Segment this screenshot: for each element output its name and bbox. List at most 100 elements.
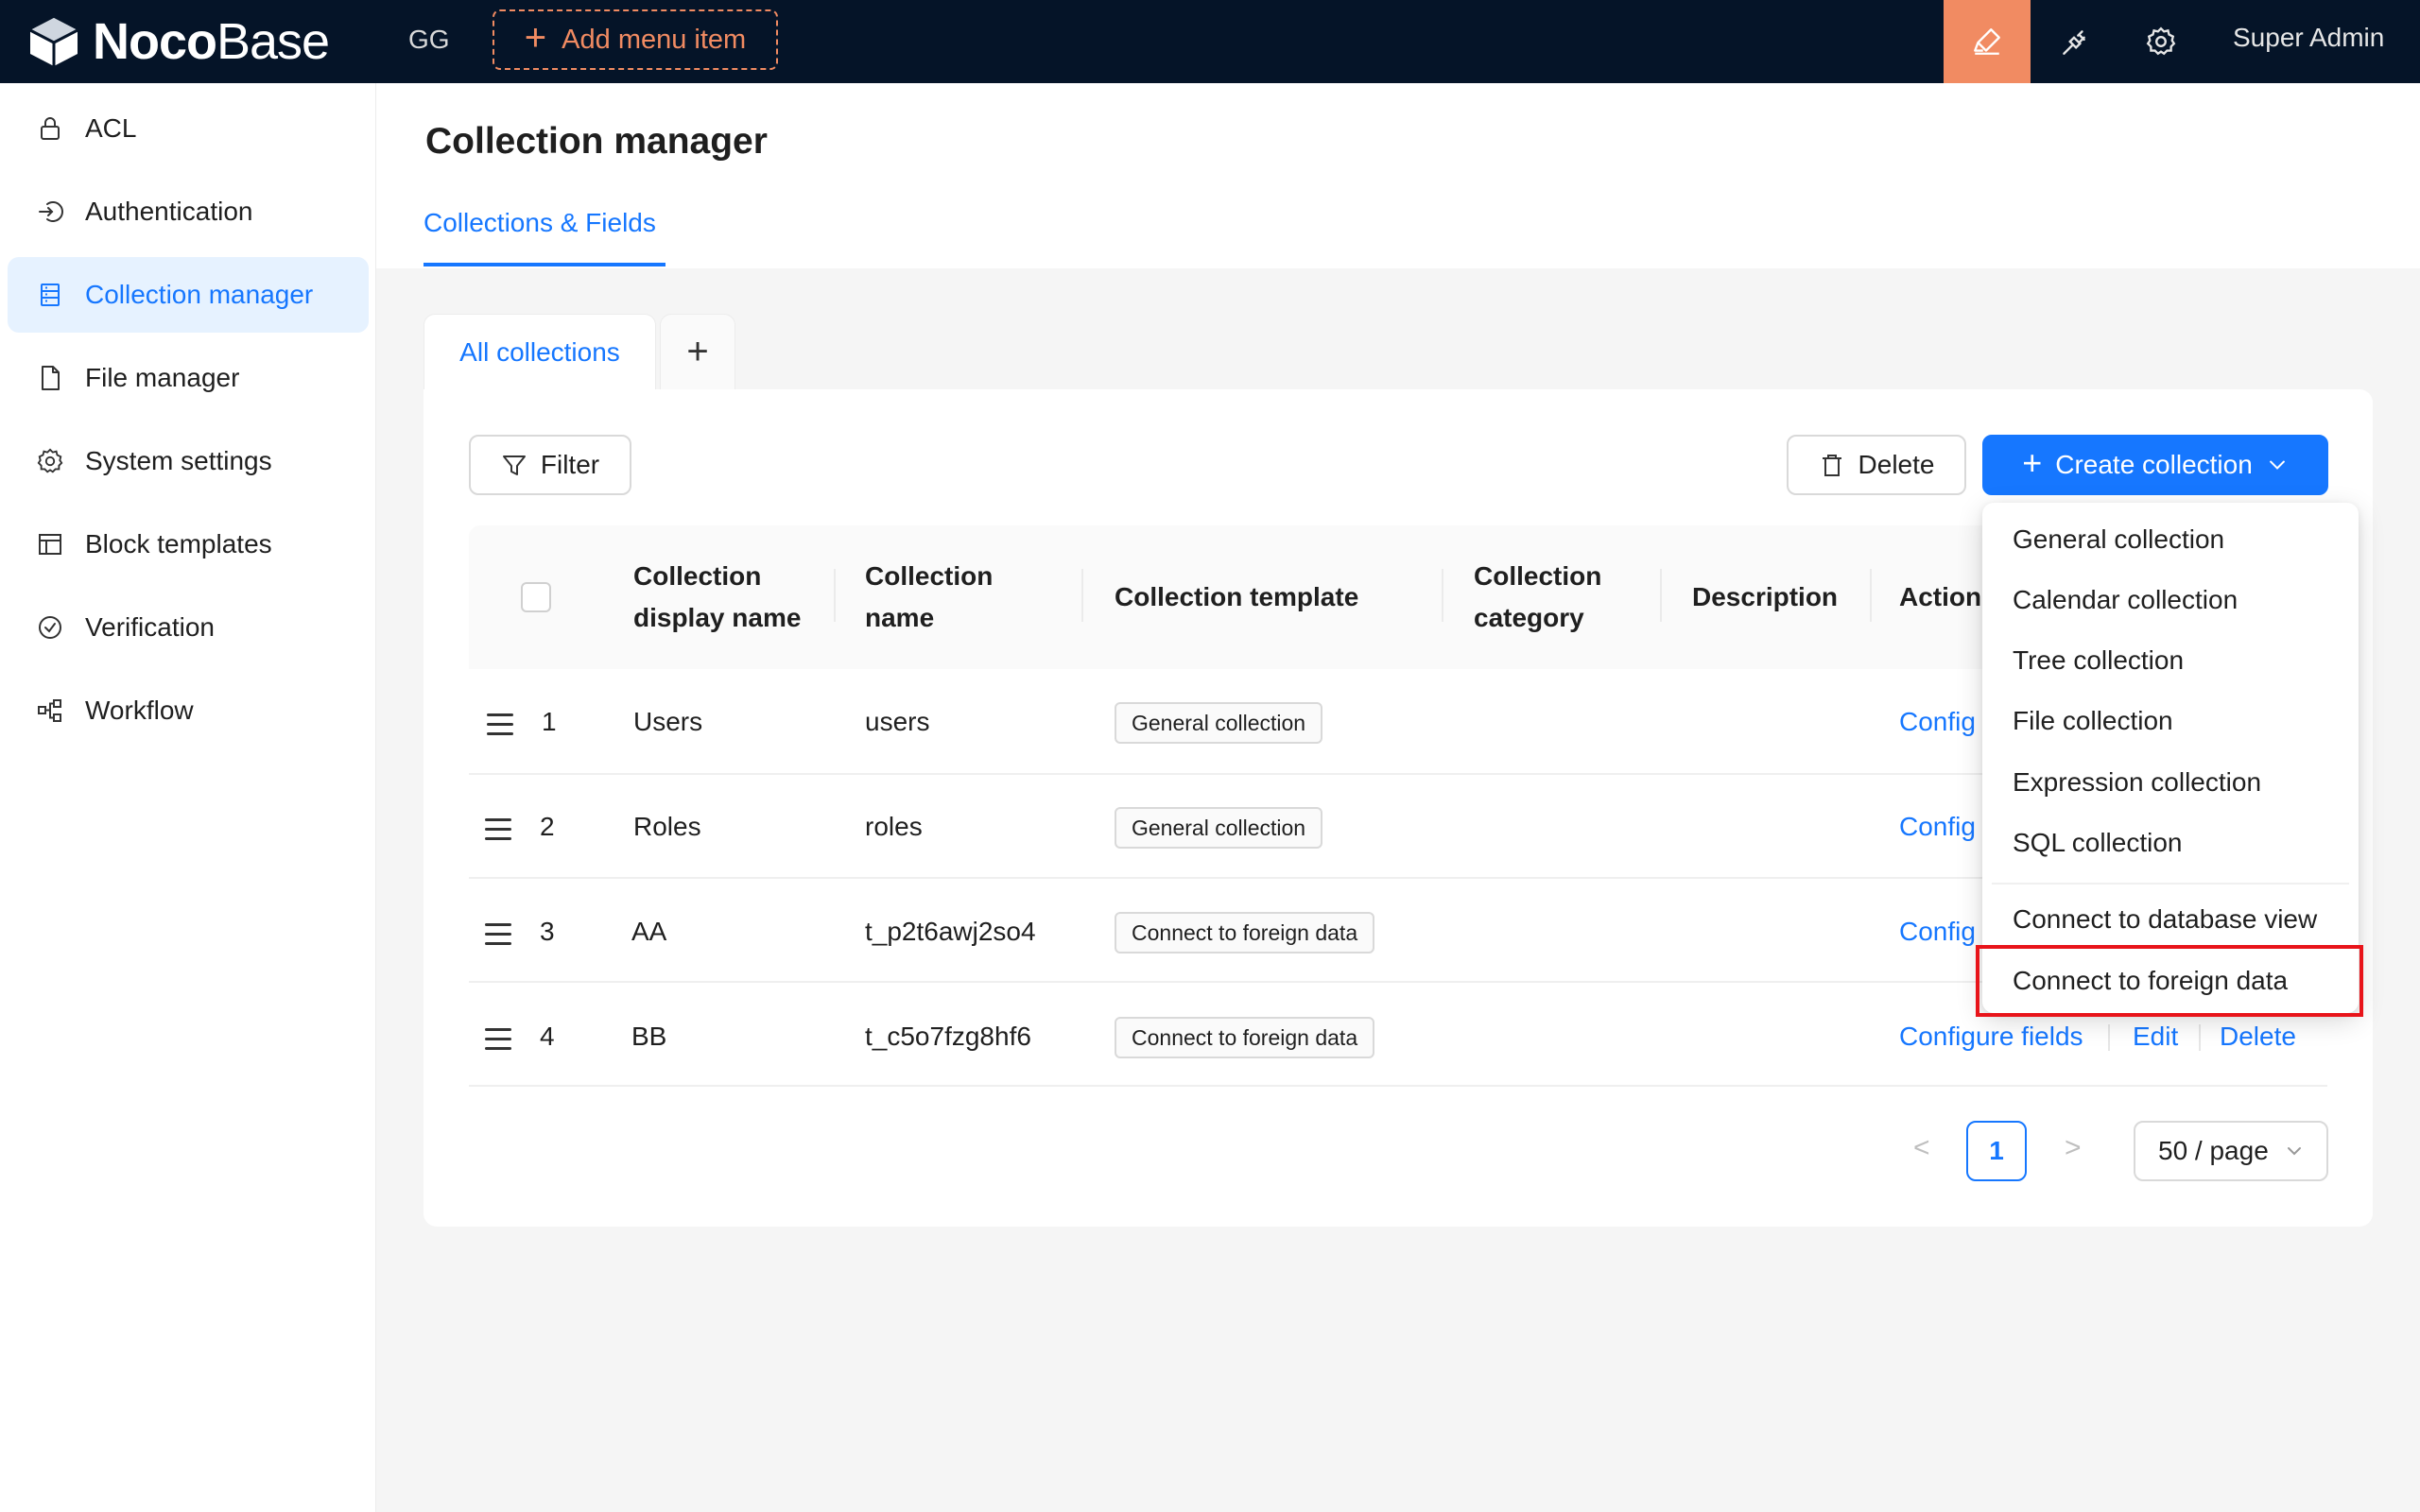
page-size-select[interactable]: 50 / page [2134,1121,2328,1181]
highlighter-icon [1974,28,2000,55]
plugin-manager-button[interactable] [2031,0,2118,83]
sidebar-item-label: File manager [85,363,240,392]
row-display-name: Users [633,707,703,736]
login-icon [39,201,63,222]
filter-icon [502,455,526,475]
tab-all-collections-label: All collections [459,336,620,367]
file-icon [42,366,60,390]
menu-item-calendar-collection[interactable]: Calendar collection [2013,585,2238,615]
page-title: Collection manager [425,121,768,162]
sidebar-item-system-settings[interactable]: System settings [8,423,369,499]
row-index: 1 [542,707,557,736]
chevron-down-icon [2287,1147,2301,1156]
layout-icon [39,534,61,555]
next-page-button[interactable]: > [2065,1132,2082,1164]
tab-collections-fields[interactable]: Collections & Fields [424,208,656,238]
row-index: 3 [540,917,555,946]
check-circle-icon [39,616,61,639]
menu-item-connect-database-view[interactable]: Connect to database view [2013,904,2317,935]
drag-handle-icon[interactable] [485,1028,511,1051]
configure-fields-link[interactable]: Config [1899,917,1976,947]
menu-item-sql-collection[interactable]: SQL collection [2013,828,2183,858]
template-tag: General collection [1115,702,1323,744]
filter-button[interactable]: Filter [469,435,631,495]
sidebar-item-label: Block templates [85,529,272,558]
add-category-tab-button[interactable]: + [660,314,735,389]
tab-all-collections[interactable]: All collections [424,314,656,389]
user-menu[interactable]: Super Admin [2233,23,2384,53]
sidebar-item-label: Verification [85,612,215,642]
lock-icon [41,117,60,140]
drag-handle-icon[interactable] [485,923,511,946]
sidebar-item-file-manager[interactable]: File manager [8,340,369,416]
row-name: t_c5o7fzg8hf6 [865,1022,1031,1051]
sidebar-item-verification[interactable]: Verification [8,590,369,665]
row-index: 2 [540,812,555,841]
settings-button[interactable] [2118,0,2204,83]
create-collection-button[interactable]: + Create collection [1982,435,2328,495]
add-menu-item-button[interactable]: + Add menu item [493,9,778,70]
configure-fields-link[interactable]: Config [1899,707,1976,737]
action-divider [2108,1024,2110,1051]
delete-button[interactable]: Delete [1787,435,1966,495]
sidebar-item-acl[interactable]: ACL [8,91,369,166]
create-collection-label: Create collection [2055,450,2253,479]
column-header-category[interactable]: Collection category [1474,556,1601,639]
add-menu-item-label: Add menu item [562,24,747,55]
row-display-name: AA [631,917,667,946]
prev-page-button[interactable]: < [1913,1132,1930,1164]
sidebar-item-label: Workflow [85,696,194,725]
row-display-name: BB [631,1022,667,1051]
sidebar-item-workflow[interactable]: Workflow [8,673,369,748]
menu-item-tree-collection[interactable]: Tree collection [2013,645,2184,676]
sidebar-item-collection-manager[interactable]: Collection manager [8,257,369,333]
ui-editor-button[interactable] [1944,0,2031,83]
configure-fields-link[interactable]: Config [1899,812,1976,842]
page-number-current[interactable]: 1 [1966,1121,2027,1181]
row-display-name: Roles [633,812,701,841]
column-header-display-name[interactable]: Collection display name [633,556,801,639]
sidebar-item-label: Collection manager [85,280,314,309]
highlight-annotation-box [1976,945,2363,1017]
sidebar-item-authentication[interactable]: Authentication [8,174,369,249]
menu-item-general-collection[interactable]: General collection [2013,524,2224,555]
edit-link[interactable]: Edit [2133,1022,2178,1052]
plugin-icon [2063,30,2085,55]
workspace-label[interactable]: GG [408,25,450,55]
template-tag: Connect to foreign data [1115,1017,1375,1058]
create-collection-dropdown [1982,503,2359,1013]
column-divider [1081,569,1083,622]
column-divider [834,569,836,622]
delete-label: Delete [1858,450,1935,479]
column-header-actions: Action [1899,582,1982,611]
sidebar-item-label: System settings [85,446,272,475]
database-icon [41,284,60,306]
column-divider [1660,569,1662,622]
select-all-checkbox[interactable] [521,582,551,612]
template-tag: Connect to foreign data [1115,912,1375,954]
action-divider [2199,1024,2201,1051]
row-name: roles [865,812,923,841]
column-header-name[interactable]: Collection name [865,556,993,639]
delete-link[interactable]: Delete [2220,1022,2296,1052]
row-name: t_p2t6awj2so4 [865,917,1036,946]
drag-handle-icon[interactable] [485,818,511,841]
nocobase-logo-icon [29,18,78,66]
logo[interactable]: NocoBase [26,11,330,72]
column-header-template[interactable]: Collection template [1115,576,1358,618]
menu-item-file-collection[interactable]: File collection [2013,706,2173,736]
page-size-value: 50 / page [2158,1136,2269,1165]
configure-fields-link[interactable]: Configure fields [1899,1022,2083,1052]
sidebar-item-label: Authentication [85,197,253,226]
drag-handle-icon[interactable] [487,713,513,736]
column-divider [1870,569,1872,622]
row-name: users [865,707,930,736]
menu-item-expression-collection[interactable]: Expression collection [2013,767,2261,798]
sidebar-item-label: ACL [85,113,137,143]
plus-icon: + [2022,443,2043,482]
sidebar-item-block-templates[interactable]: Block templates [8,507,369,582]
column-header-description[interactable]: Description [1692,576,1838,618]
plus-icon: + [524,17,547,59]
plus-icon: + [686,331,709,372]
top-header: NocoBase GG + Add menu item Super Admin [0,0,2420,83]
